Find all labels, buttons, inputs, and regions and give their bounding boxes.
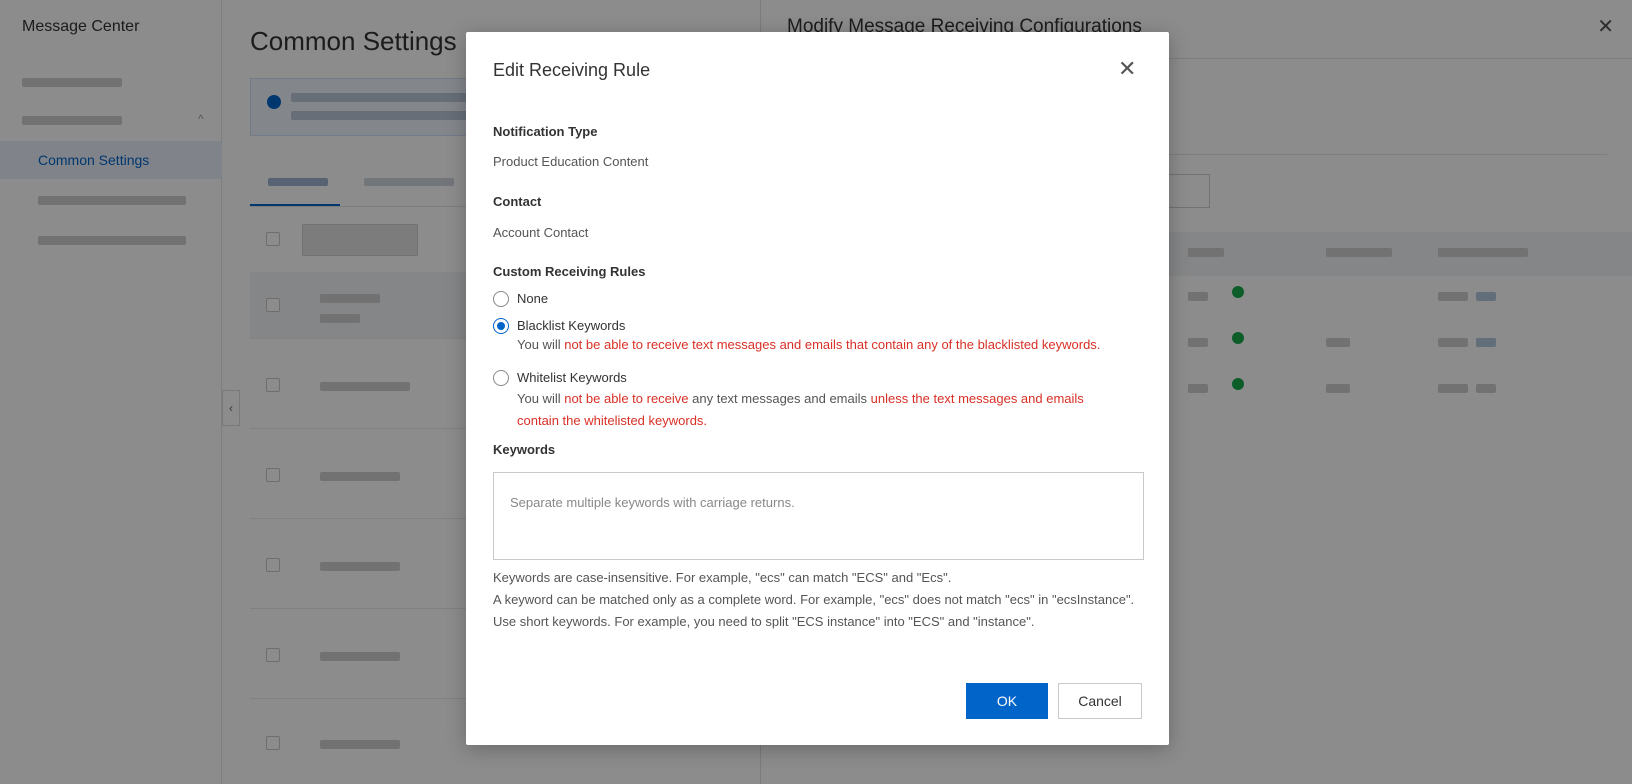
contact-value: Account Contact (493, 225, 589, 240)
blacklist-hint: You will not be able to receive text mes… (517, 337, 1101, 352)
radio-label-whitelist[interactable]: Whitelist Keywords (517, 370, 627, 385)
contact-label: Contact (493, 194, 542, 209)
radio-blacklist[interactable] (493, 318, 509, 334)
notification-type-value: Product Education Content (493, 154, 649, 169)
custom-receiving-rules-label: Custom Receiving Rules (493, 264, 646, 279)
radio-whitelist[interactable] (493, 370, 509, 386)
radio-label-none[interactable]: None (517, 291, 548, 306)
keywords-label: Keywords (493, 442, 556, 457)
notification-type-label: Notification Type (493, 124, 598, 139)
whitelist-hint: You will not be able to receive any text… (517, 391, 1084, 428)
ok-button[interactable]: OK (966, 683, 1048, 719)
radio-none[interactable] (493, 291, 509, 307)
edit-receiving-rule-dialog: Edit Receiving Rule ✕ Notification Type … (466, 32, 1169, 745)
keywords-input[interactable] (493, 472, 1144, 560)
cancel-button[interactable]: Cancel (1058, 683, 1142, 719)
keywords-note: Keywords are case-insensitive. For examp… (493, 570, 952, 585)
close-icon[interactable]: ✕ (1118, 58, 1136, 80)
dialog-title: Edit Receiving Rule (493, 60, 651, 80)
keywords-note: Use short keywords. For example, you nee… (493, 614, 1035, 629)
radio-label-blacklist[interactable]: Blacklist Keywords (517, 318, 625, 333)
keywords-note: A keyword can be matched only as a compl… (493, 592, 1135, 607)
